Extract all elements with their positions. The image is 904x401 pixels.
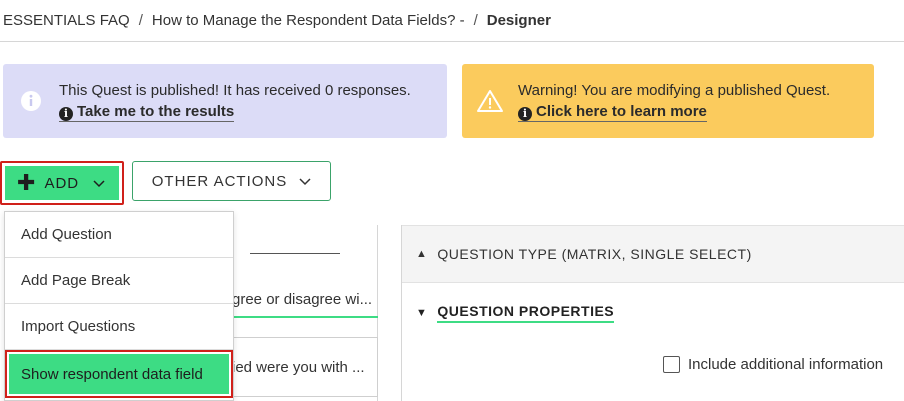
learn-more-label: Click here to learn more: [536, 103, 707, 120]
breadcrumb-item-essentials-faq[interactable]: ESSENTIALS FAQ: [3, 12, 130, 29]
add-dropdown-menu: Add Question Add Page Break Import Quest…: [4, 211, 234, 401]
info-circle-icon: [3, 89, 59, 113]
add-button-highlight: ✚ ADD: [0, 161, 124, 205]
question-type-header[interactable]: ▲ QUESTION TYPE (MATRIX, SINGLE SELECT): [402, 225, 904, 283]
add-button-label: ADD: [44, 174, 80, 192]
menu-item-import-questions[interactable]: Import Questions: [5, 304, 233, 350]
warning-alert-message: Warning! You are modifying a published Q…: [518, 82, 831, 99]
divider: [250, 253, 340, 254]
menu-item-add-question[interactable]: Add Question: [5, 212, 233, 258]
info-mini-icon: i: [518, 106, 532, 121]
breadcrumb-separator: /: [473, 12, 478, 29]
question-settings-panel: ▲ QUESTION TYPE (MATRIX, SINGLE SELECT) …: [401, 225, 904, 401]
breadcrumb: ESSENTIALS FAQ / How to Manage the Respo…: [0, 0, 904, 42]
include-additional-info-checkbox[interactable]: [663, 356, 680, 373]
take-me-to-results-label: Take me to the results: [77, 103, 235, 120]
breadcrumb-item-designer: Designer: [486, 12, 551, 29]
modifying-warning-alert: Warning! You are modifying a published Q…: [462, 64, 874, 138]
plus-icon: ✚: [17, 170, 37, 195]
take-me-to-results-link[interactable]: i Take me to the results: [59, 102, 235, 122]
include-additional-info-option[interactable]: Include additional information: [663, 356, 883, 373]
question-item[interactable]: gree or disagree wi...: [232, 282, 378, 318]
other-actions-button[interactable]: OTHER ACTIONS: [132, 161, 331, 201]
menu-item-show-respondent-data-field-highlight: Show respondent data field: [5, 350, 233, 398]
question-item[interactable]: ied were you with ...: [232, 337, 378, 397]
other-actions-label: OTHER ACTIONS: [151, 172, 288, 190]
info-alert-message: This Quest is published! It has received…: [59, 82, 411, 99]
question-type-label: QUESTION TYPE (MATRIX, SINGLE SELECT): [437, 246, 752, 262]
add-button[interactable]: ✚ ADD: [5, 166, 119, 200]
breadcrumb-item-quest[interactable]: How to Manage the Respondent Data Fields…: [152, 12, 465, 29]
menu-item-show-respondent-data-field[interactable]: Show respondent data field: [9, 354, 229, 394]
published-info-alert: This Quest is published! It has received…: [3, 64, 447, 138]
learn-more-link[interactable]: i Click here to learn more: [518, 102, 707, 122]
question-properties-header[interactable]: ▼ QUESTION PROPERTIES: [402, 283, 904, 343]
chevron-down-icon: [299, 173, 311, 189]
triangle-down-icon: ▼: [416, 307, 428, 319]
triangle-up-icon: ▲: [416, 248, 428, 260]
info-mini-icon: i: [59, 106, 73, 121]
include-additional-info-label: Include additional information: [688, 356, 884, 373]
breadcrumb-separator: /: [138, 12, 143, 29]
chevron-down-icon: [93, 175, 105, 191]
menu-item-add-page-break[interactable]: Add Page Break: [5, 258, 233, 304]
warning-triangle-icon: [462, 89, 518, 113]
question-properties-label: QUESTION PROPERTIES: [437, 303, 615, 323]
